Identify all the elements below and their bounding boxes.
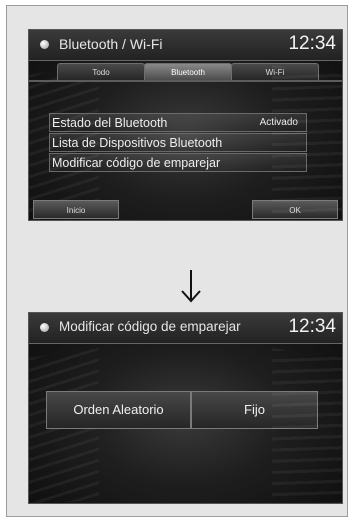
menu-item-device-list[interactable]: Lista de Dispositivos Bluetooth (49, 133, 307, 152)
status-dot-icon (40, 40, 49, 49)
pairing-code-screen: Modificar código de emparejar 12:34 Orde… (29, 313, 342, 503)
screen-title: Modificar código de emparejar (59, 319, 241, 334)
title-bar: Bluetooth / Wi-Fi 12:34 (29, 30, 342, 61)
clock: 12:34 (288, 316, 336, 337)
screen-title: Bluetooth / Wi-Fi (59, 36, 163, 52)
random-order-button[interactable]: Orden Aleatorio (46, 391, 191, 429)
fixed-button[interactable]: Fijo (191, 391, 318, 429)
status-dot-icon (40, 323, 49, 332)
figure-panel: Bluetooth / Wi-Fi 12:34 Todo Bluetooth W… (6, 5, 348, 517)
tab-wifi[interactable]: Wi-Fi (231, 63, 319, 80)
tab-divider (29, 80, 342, 82)
bluetooth-wifi-screen: Bluetooth / Wi-Fi 12:34 Todo Bluetooth W… (29, 30, 342, 220)
ok-button[interactable]: OK (252, 200, 338, 219)
title-bar: Modificar código de emparejar 12:34 (29, 313, 342, 344)
menu-item-label: Lista de Dispositivos Bluetooth (52, 136, 223, 150)
menu-item-bluetooth-status[interactable]: Estado del Bluetooth Activado (49, 113, 307, 132)
tab-bluetooth[interactable]: Bluetooth (144, 63, 232, 80)
menu-item-pairing-code[interactable]: Modificar código de emparejar (49, 153, 307, 172)
inicio-button[interactable]: Inicio (33, 200, 119, 219)
clock: 12:34 (288, 33, 336, 54)
down-arrow-icon (181, 270, 201, 303)
tab-bar: Todo Bluetooth Wi-Fi (57, 63, 319, 80)
menu-item-label: Modificar código de emparejar (52, 156, 221, 170)
tab-todo[interactable]: Todo (57, 63, 145, 80)
bluetooth-status-value: Activado (259, 117, 298, 128)
menu-item-label: Estado del Bluetooth (52, 116, 168, 130)
